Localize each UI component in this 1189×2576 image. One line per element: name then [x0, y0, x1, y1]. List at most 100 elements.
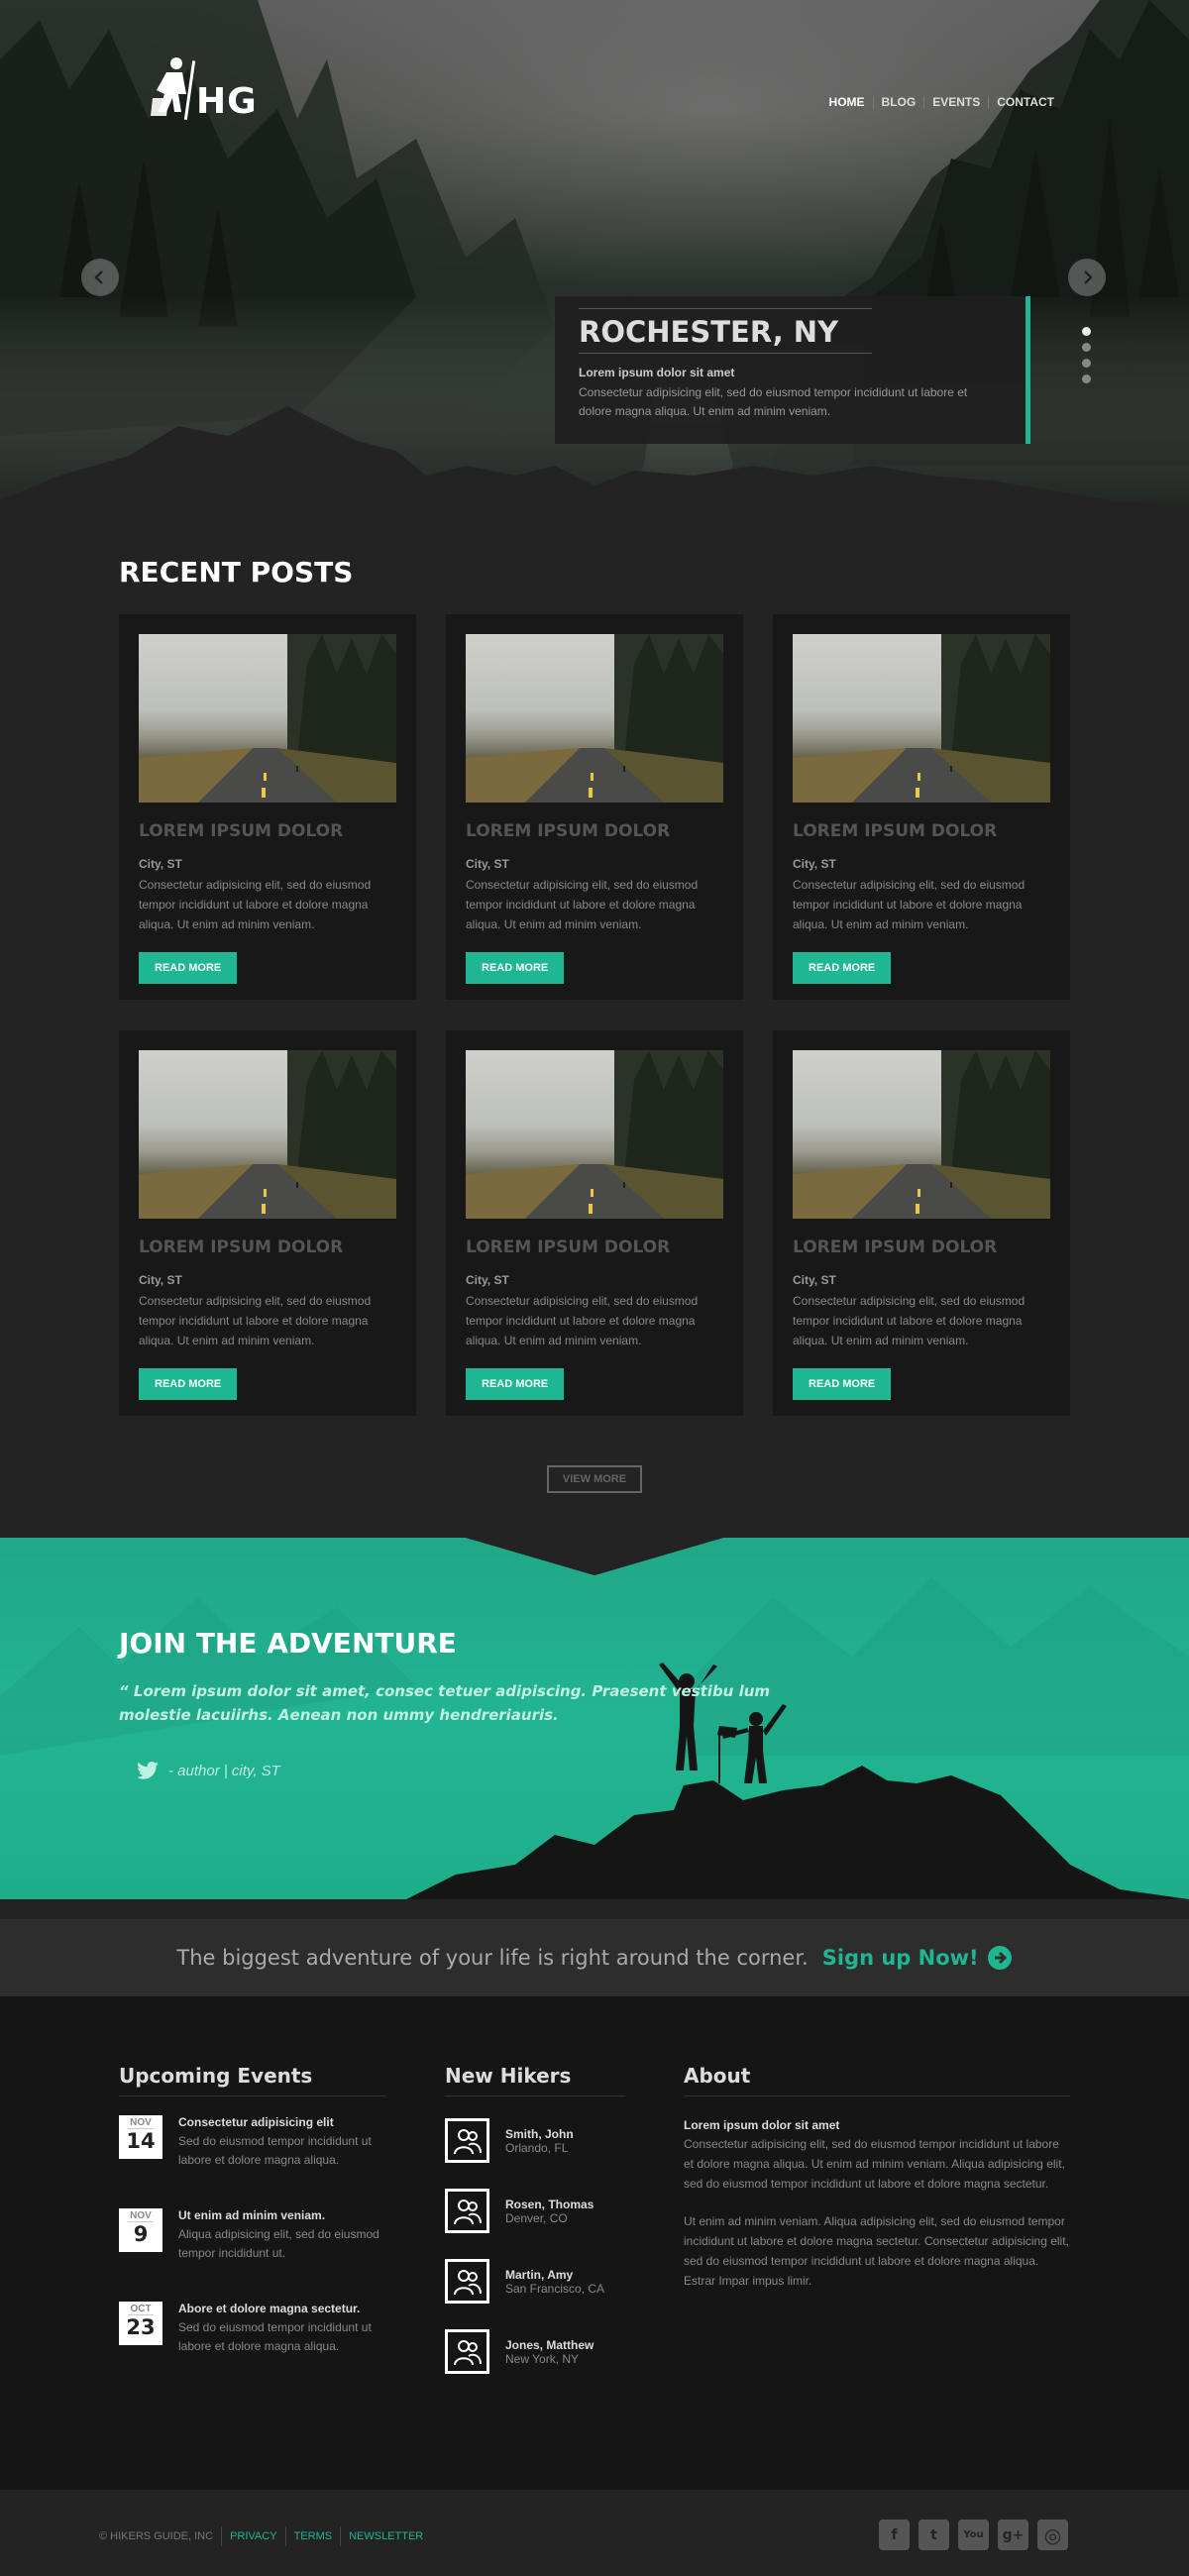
- about-paragraph: Consectetur adipisicing elit, sed do eiu…: [684, 2137, 1065, 2191]
- post-location: City, ST: [793, 1273, 836, 1287]
- event-month: NOV: [128, 2210, 154, 2222]
- divider: [579, 308, 872, 309]
- event-day: 14: [126, 2129, 156, 2153]
- post-photo[interactable]: [139, 634, 396, 803]
- footer-links: © HIKERS GUIDE, INC PRIVACY TERMS NEWSLE…: [99, 2526, 431, 2546]
- new-hikers-column: New Hikers Smith, John Orlando, FL Rosen…: [445, 2064, 625, 2374]
- post-photo[interactable]: [466, 634, 723, 803]
- arrow-right-circle-icon[interactable]: [987, 1945, 1013, 1971]
- slider-dot[interactable]: [1082, 359, 1091, 368]
- read-more-button[interactable]: READ MORE: [466, 952, 565, 984]
- hiker-name[interactable]: Martin, Amy: [505, 2268, 604, 2282]
- post-title[interactable]: LOREM IPSUM DOLOR: [793, 1237, 1050, 1257]
- hiker-item[interactable]: Jones, Matthew New York, NY: [445, 2329, 625, 2374]
- post-title[interactable]: LOREM IPSUM DOLOR: [466, 821, 723, 841]
- google-plus-icon[interactable]: g+: [998, 2520, 1028, 2550]
- hiker-item[interactable]: Martin, Amy San Francisco, CA: [445, 2259, 625, 2304]
- post-excerpt: Consectetur adipisicing elit, sed do eiu…: [793, 878, 1026, 931]
- read-more-button[interactable]: READ MORE: [139, 1368, 238, 1400]
- users-icon: [453, 2339, 482, 2365]
- foggy-road-image: [139, 1050, 396, 1219]
- bottom-bar: © HIKERS GUIDE, INC PRIVACY TERMS NEWSLE…: [0, 2490, 1189, 2576]
- recent-posts-section: RECENT POSTS LOREM IPSUM DOLOR City, ST …: [0, 520, 1189, 1538]
- post-title[interactable]: LOREM IPSUM DOLOR: [139, 1237, 396, 1257]
- about-column: About Lorem ipsum dolor sit amet Consect…: [684, 2064, 1070, 2291]
- twitter-icon[interactable]: [137, 1762, 159, 1779]
- read-more-button[interactable]: READ MORE: [139, 952, 238, 984]
- calendar-date-badge: OCT 23: [119, 2302, 162, 2345]
- nav-events[interactable]: EVENTS: [923, 96, 988, 109]
- foggy-road-image: [139, 634, 396, 803]
- newsletter-link[interactable]: NEWSLETTER: [340, 2526, 431, 2546]
- event-title[interactable]: Ut enim ad minim veniam.: [178, 2208, 386, 2222]
- view-more-button[interactable]: VIEW MORE: [546, 1465, 643, 1493]
- post-title[interactable]: LOREM IPSUM DOLOR: [793, 821, 1050, 841]
- slider-dot[interactable]: [1082, 375, 1091, 383]
- signup-cta-bar: The biggest adventure of your life is ri…: [0, 1919, 1189, 1996]
- about-title: About: [684, 2064, 1070, 2096]
- hiker-location: Orlando, FL: [505, 2140, 569, 2155]
- post-card: LOREM IPSUM DOLOR City, ST Consectetur a…: [446, 1030, 743, 1416]
- nav-contact[interactable]: CONTACT: [988, 96, 1062, 109]
- post-card: LOREM IPSUM DOLOR City, ST Consectetur a…: [773, 614, 1070, 1000]
- upcoming-events-title: Upcoming Events: [119, 2064, 386, 2096]
- post-title[interactable]: LOREM IPSUM DOLOR: [466, 1237, 723, 1257]
- post-card: LOREM IPSUM DOLOR City, ST Consectetur a…: [446, 614, 743, 1000]
- event-text: Sed do eiusmod tempor incididunt ut labo…: [178, 2320, 372, 2353]
- hiker-name[interactable]: Smith, John: [505, 2127, 574, 2141]
- slide-text: Consectetur adipisicing elit, sed do eiu…: [579, 385, 968, 418]
- chevron-right-icon: [1084, 270, 1093, 284]
- nav-home[interactable]: HOME: [821, 96, 873, 109]
- users-icon: [453, 2269, 482, 2295]
- post-title[interactable]: LOREM IPSUM DOLOR: [139, 821, 396, 841]
- event-item[interactable]: NOV 9 Ut enim ad minim veniam. Aliqua ad…: [119, 2208, 386, 2283]
- hiker-item[interactable]: Smith, John Orlando, FL: [445, 2118, 625, 2163]
- read-more-button[interactable]: READ MORE: [466, 1368, 565, 1400]
- post-photo[interactable]: [466, 1050, 723, 1219]
- event-title[interactable]: Abore et dolore magna sectetur.: [178, 2302, 386, 2315]
- nav-blog[interactable]: BLOG: [872, 96, 924, 109]
- read-more-button[interactable]: READ MORE: [793, 1368, 892, 1400]
- hiker-name[interactable]: Rosen, Thomas: [505, 2198, 594, 2211]
- slider-next-button[interactable]: [1068, 259, 1106, 296]
- foggy-road-image: [793, 634, 1050, 803]
- post-photo[interactable]: [793, 634, 1050, 803]
- posts-grid: LOREM IPSUM DOLOR City, ST Consectetur a…: [119, 614, 1070, 1416]
- hiker-item[interactable]: Rosen, Thomas Denver, CO: [445, 2189, 625, 2233]
- footer: Upcoming Events NOV 14 Consectetur adipi…: [0, 1996, 1189, 2490]
- terms-link[interactable]: TERMS: [284, 2526, 341, 2546]
- slider-prev-button[interactable]: [81, 259, 119, 296]
- slider-dot[interactable]: [1082, 327, 1091, 336]
- privacy-link[interactable]: PRIVACY: [221, 2526, 284, 2546]
- hiker-name[interactable]: Jones, Matthew: [505, 2338, 594, 2352]
- event-item[interactable]: OCT 23 Abore et dolore magna sectetur. S…: [119, 2302, 386, 2376]
- post-photo[interactable]: [793, 1050, 1050, 1219]
- recent-posts-title: RECENT POSTS: [119, 556, 354, 589]
- read-more-button[interactable]: READ MORE: [793, 952, 892, 984]
- calendar-date-badge: NOV 14: [119, 2115, 162, 2159]
- new-hikers-title: New Hikers: [445, 2064, 625, 2096]
- avatar: [445, 2329, 489, 2374]
- chevron-left-icon: [94, 270, 103, 284]
- sign-up-link[interactable]: Sign up Now!: [822, 1946, 979, 1970]
- avatar: [445, 2259, 489, 2304]
- youtube-icon[interactable]: You: [958, 2520, 989, 2550]
- post-location: City, ST: [793, 857, 836, 871]
- event-title[interactable]: Consectetur adipisicing elit: [178, 2115, 386, 2129]
- post-photo[interactable]: [139, 1050, 396, 1219]
- post-location: City, ST: [139, 1273, 182, 1287]
- post-location: City, ST: [139, 857, 182, 871]
- post-location: City, ST: [466, 857, 509, 871]
- instagram-icon[interactable]: ◎: [1037, 2520, 1068, 2550]
- facebook-icon[interactable]: f: [879, 2520, 910, 2550]
- event-text: Aliqua adipisicing elit, sed do eiusmod …: [178, 2227, 379, 2260]
- slider-dots: [1082, 327, 1091, 383]
- slider-dot[interactable]: [1082, 343, 1091, 352]
- hero-banner: HG HOME BLOG EVENTS CONTACT ROCHESTER, N…: [0, 0, 1189, 520]
- twitter-icon[interactable]: t: [919, 2520, 949, 2550]
- post-excerpt: Consectetur adipisicing elit, sed do eiu…: [466, 878, 699, 931]
- users-icon: [453, 2199, 482, 2224]
- event-item[interactable]: NOV 14 Consectetur adipisicing elit Sed …: [119, 2115, 386, 2190]
- slide-title: ROCHESTER, NY: [579, 315, 839, 349]
- logo-text[interactable]: HG: [196, 81, 258, 122]
